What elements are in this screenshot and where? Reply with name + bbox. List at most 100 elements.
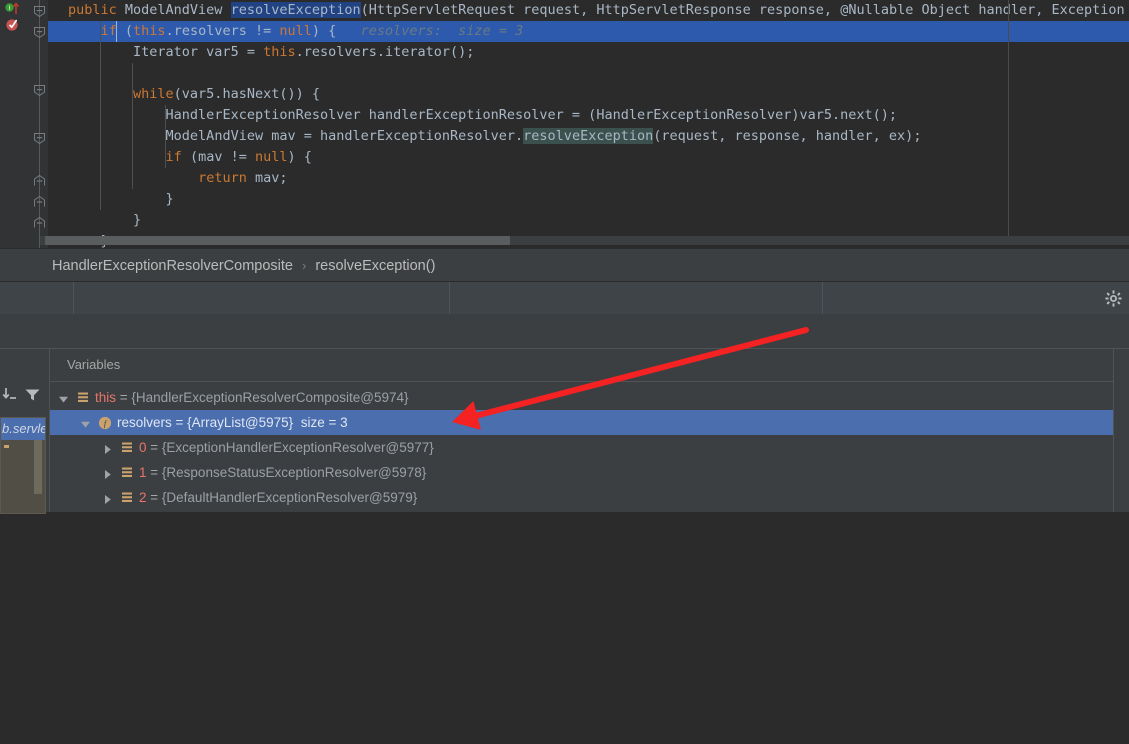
watches-right-rail[interactable]	[1114, 349, 1129, 512]
code-token: while	[133, 86, 174, 102]
variable-equals: =	[146, 490, 162, 505]
code-token: if	[165, 149, 190, 165]
variable-size: size = 3	[293, 415, 348, 430]
variable-row[interactable]: this = {HandlerExceptionResolverComposit…	[50, 385, 1114, 410]
fold-end-icon[interactable]	[33, 174, 46, 187]
fold-collapse-icon[interactable]	[33, 132, 46, 145]
code-token: @Nullable Object handler	[840, 2, 1036, 18]
variable-value: {DefaultHandlerExceptionResolver@5979}	[161, 490, 418, 505]
variable-label: 2 = {DefaultHandlerExceptionResolver@597…	[139, 490, 417, 505]
chevron-down-icon[interactable]	[58, 392, 69, 403]
variable-equals: =	[146, 440, 162, 455]
code-token: (	[124, 23, 134, 39]
chevron-right-icon[interactable]	[102, 492, 113, 504]
chevron-down-icon[interactable]	[80, 417, 91, 428]
indent-guide	[99, 21, 101, 210]
variable-row[interactable]: f resolvers = {ArrayList@5975} size = 3	[50, 410, 1114, 435]
variable-row[interactable]: 1 = {ResponseStatusExceptionResolver@597…	[50, 460, 1114, 485]
autocomplete-scrollbar[interactable]	[34, 440, 42, 494]
code-token: (var5.hasNext()) {	[173, 86, 320, 102]
variables-tab-header[interactable]: Variables	[50, 349, 1114, 382]
variables-tab-label: Variables	[67, 357, 121, 372]
variable-equals: =	[146, 465, 162, 480]
variable-name: 2	[139, 490, 147, 505]
fold-collapse-icon[interactable]	[33, 84, 46, 97]
code-token: public	[68, 2, 125, 18]
variable-name: 0	[139, 440, 147, 455]
code-token: ;	[913, 128, 922, 144]
code-text-area[interactable]: public ModelAndView resolveException(Htt…	[48, 0, 1129, 248]
code-token: }	[165, 191, 174, 207]
toolbar-divider	[73, 282, 74, 315]
frames-strip	[0, 314, 1129, 349]
filter-funnel-icon[interactable]	[24, 387, 41, 408]
verified-breakpoint-icon[interactable]	[5, 16, 21, 32]
code-token: ,	[1035, 2, 1052, 18]
toolbar-divider	[822, 282, 823, 315]
breadcrumb-class[interactable]: HandlerExceptionResolverComposite	[52, 258, 293, 274]
variable-label: resolvers = {ArrayList@5975} size = 3	[117, 415, 348, 430]
code-line: return mav;	[198, 168, 287, 189]
variables-panel[interactable]: Variables this = {HandlerExceptionResolv…	[50, 349, 1114, 512]
variable-row[interactable]: 0 = {ExceptionHandlerExceptionResolver@5…	[50, 435, 1114, 460]
code-token: }	[133, 212, 142, 228]
code-token: Exception	[1051, 2, 1125, 18]
list-object-icon	[120, 491, 134, 505]
code-token: .resolvers !=	[165, 23, 280, 39]
variable-value: {ExceptionHandlerExceptionResolver@5977}	[161, 440, 434, 455]
code-token: this	[263, 44, 296, 60]
code-token: if	[100, 23, 125, 39]
toolbar-divider	[449, 282, 450, 315]
list-object-icon	[120, 466, 134, 480]
variable-value: {ArrayList@5975}	[187, 415, 294, 430]
variable-equals: =	[171, 415, 188, 430]
autocomplete-item-marker	[4, 445, 9, 448]
variable-label: 1 = {ResponseStatusExceptionResolver@597…	[139, 465, 426, 480]
code-line: }	[166, 189, 174, 210]
code-token: (request, response, handler, ex)	[653, 128, 914, 144]
gear-icon[interactable]	[1105, 290, 1122, 307]
code-token: (HttpServletRequest request	[360, 2, 581, 18]
code-token: null	[254, 149, 288, 165]
code-line: Iterator var5 = this.resolvers.iterator(…	[133, 42, 474, 63]
code-line: ModelAndView mav = handlerExceptionResol…	[165, 126, 922, 147]
code-token: ) {	[311, 23, 337, 39]
breadcrumb-method[interactable]: resolveException()	[315, 258, 435, 274]
variable-value: {HandlerExceptionResolverComposite@5974}	[131, 390, 409, 405]
code-token: ,	[823, 2, 841, 18]
breadcrumb-separator-icon: ›	[301, 258, 307, 273]
code-token: HandlerExceptionResolver handlerExceptio…	[165, 107, 889, 123]
fold-end-icon[interactable]	[33, 195, 46, 208]
code-editor[interactable]: I public ModelAndView resolveException(H…	[0, 0, 1129, 248]
code-token: ModelAndView mav = handlerExceptionResol…	[165, 128, 524, 144]
debug-toolbar[interactable]	[0, 281, 1129, 316]
fold-collapse-icon[interactable]	[33, 5, 46, 18]
step-into-arrow-icon[interactable]	[2, 387, 18, 408]
fold-collapse-icon[interactable]	[33, 26, 46, 39]
code-token: return	[198, 170, 255, 186]
ide-debug-window: I public ModelAndView resolveException(H…	[0, 0, 1129, 514]
code-token: ,	[580, 2, 597, 18]
code-line: HandlerExceptionResolver handlerExceptio…	[166, 105, 898, 126]
rail-icon-group	[0, 383, 50, 411]
autocomplete-item-label: b.servle	[2, 421, 46, 436]
editor-gutter[interactable]: I	[0, 0, 31, 248]
code-token: HttpServletResponse response	[596, 2, 824, 18]
editor-hscroll-thumb[interactable]	[45, 236, 510, 245]
variable-row[interactable]: 2 = {DefaultHandlerExceptionResolver@597…	[50, 485, 1114, 510]
variable-value: {ResponseStatusExceptionResolver@5978}	[161, 465, 427, 480]
breadcrumb[interactable]: HandlerExceptionResolverComposite › reso…	[0, 248, 1129, 282]
chevron-right-icon[interactable]	[102, 442, 113, 454]
fold-end-icon[interactable]	[33, 216, 46, 229]
code-line: if (mav != null) {	[166, 147, 312, 168]
svg-text:I: I	[9, 5, 11, 12]
code-token: resolveException	[230, 2, 361, 18]
code-token: this	[133, 23, 166, 39]
code-line: public ModelAndView resolveException(Htt…	[68, 0, 1125, 21]
code-token: mav	[254, 170, 280, 186]
chevron-right-icon[interactable]	[102, 467, 113, 479]
autocomplete-popup-fragment[interactable]: b.servle	[0, 417, 46, 514]
code-line: }	[133, 210, 141, 231]
override-method-icon[interactable]: I	[5, 2, 20, 16]
code-token: null	[279, 23, 312, 39]
